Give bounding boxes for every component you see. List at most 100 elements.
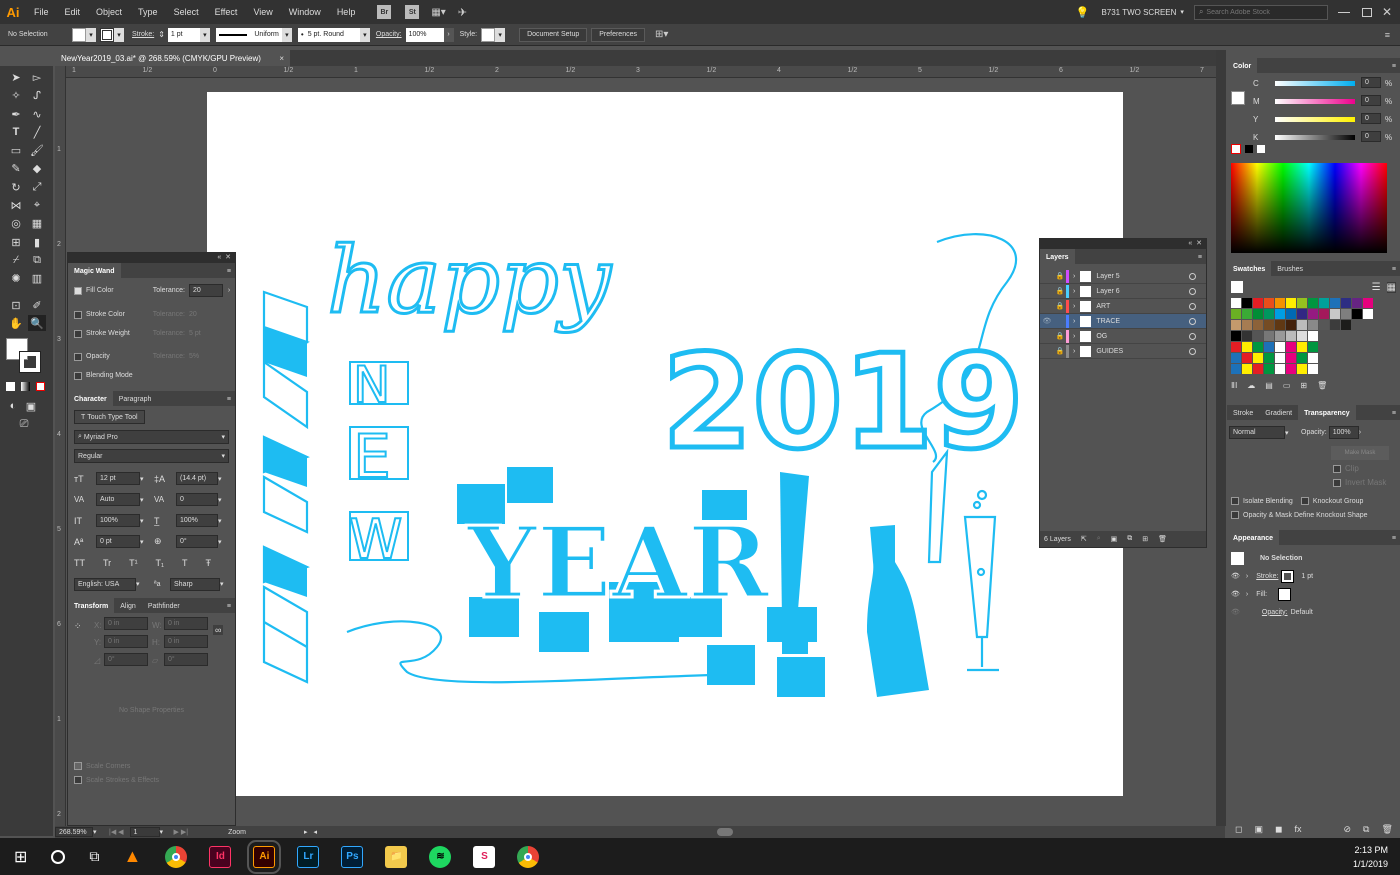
chevron-down-icon[interactable]: ▾ <box>1180 8 1184 16</box>
zoom-tool-icon[interactable]: 🔍 <box>28 315 46 331</box>
channel-slider[interactable] <box>1275 135 1355 140</box>
appearance-fill-row[interactable]: 👁 › Fill: <box>1227 585 1400 603</box>
color-swatch[interactable] <box>1308 320 1318 330</box>
panel-menu-icon[interactable]: ≡ <box>223 268 235 278</box>
vertical-ruler[interactable]: 1 2 3 4 5 6 1 2 <box>55 66 66 826</box>
new-swatch-icon[interactable]: ⊞ <box>1300 381 1307 395</box>
target-icon[interactable] <box>1189 287 1196 295</box>
color-swatch[interactable] <box>1231 331 1241 341</box>
current-swatch[interactable] <box>1231 281 1243 293</box>
taskbar-app-ps-icon[interactable]: Ps <box>341 845 364 868</box>
appearance-stroke-row[interactable]: 👁 › Stroke: 1 pt <box>1227 567 1400 585</box>
line-tool-icon[interactable]: ╱ <box>28 124 46 140</box>
panel-menu-icon[interactable]: ≡ <box>223 396 235 406</box>
language-select[interactable]: English: USA <box>74 577 136 591</box>
blend-tool-icon[interactable]: ⧉ <box>28 252 46 268</box>
type-tool-icon[interactable]: T <box>7 124 25 140</box>
menu-select[interactable]: Select <box>166 7 207 17</box>
draw-inside-icon[interactable]: ▣ <box>22 398 40 414</box>
swatch-options-icon[interactable]: ▤ <box>1265 381 1273 395</box>
color-swatch[interactable] <box>1275 309 1285 319</box>
shaper-tool-icon[interactable]: ✎ <box>7 160 25 176</box>
fill-color-box[interactable] <box>1231 91 1245 105</box>
color-swatch[interactable] <box>1330 320 1340 330</box>
color-swatch[interactable] <box>1275 320 1285 330</box>
isolate-blending-checkbox[interactable] <box>1231 497 1239 505</box>
tab-transform[interactable]: Transform <box>68 598 115 613</box>
character-rotation-field[interactable]: 0° <box>176 535 218 548</box>
paintbrush-tool-icon[interactable]: 🖌 <box>28 142 46 158</box>
color-swatch[interactable] <box>1286 331 1296 341</box>
rectangle-tool-icon[interactable]: ▭ <box>7 142 25 158</box>
free-transform-tool-icon[interactable]: ⌖ <box>28 197 46 213</box>
selection-tool-icon[interactable]: ➤ <box>7 69 25 85</box>
fill-swatch[interactable] <box>72 27 86 42</box>
stroke-weight-checkbox[interactable] <box>74 329 82 338</box>
clip-checkbox[interactable] <box>1333 465 1341 473</box>
target-icon[interactable] <box>1189 302 1196 310</box>
chevron-down-icon[interactable]: ▾ <box>218 538 228 546</box>
tab-stroke[interactable]: Stroke <box>1227 410 1259 420</box>
chevron-down-icon[interactable]: ▾ <box>218 496 228 504</box>
grid-view-icon[interactable]: ▦ <box>1386 281 1396 293</box>
list-view-icon[interactable]: ☰ <box>1372 282 1381 293</box>
menu-effect[interactable]: Effect <box>207 7 246 17</box>
channel-slider[interactable] <box>1275 81 1355 86</box>
panel-menu-icon[interactable]: ≡ <box>1388 535 1400 545</box>
color-swatch[interactable] <box>1253 298 1263 308</box>
panel-menu-icon[interactable]: ≡ <box>1194 254 1206 264</box>
color-swatch[interactable] <box>1253 342 1263 352</box>
chevron-down-icon[interactable]: ▾ <box>160 828 170 836</box>
fill-color-checkbox[interactable] <box>74 286 82 295</box>
y-field[interactable]: 0 in <box>104 635 148 648</box>
stroke-swatch[interactable] <box>1281 569 1295 583</box>
stroke-weight-field[interactable]: 1 pt <box>167 27 200 42</box>
tab-transparency[interactable]: Transparency <box>1298 405 1356 420</box>
color-swatch[interactable] <box>1286 298 1296 308</box>
locate-object-icon[interactable]: ⌕ <box>1097 535 1101 543</box>
transparency-opacity-field[interactable]: 100% <box>1328 426 1359 439</box>
stroke-dropdown[interactable]: ▾ <box>114 27 124 42</box>
new-layer-icon[interactable]: ⊞ <box>1142 535 1148 543</box>
color-swatch[interactable] <box>1286 342 1296 352</box>
color-swatch[interactable] <box>1253 331 1263 341</box>
white-swatch[interactable] <box>1257 145 1265 153</box>
chevron-down-icon[interactable]: ▾ <box>140 475 150 483</box>
stroke-label[interactable]: Stroke: <box>132 31 154 38</box>
close-icon[interactable]: ✕ <box>1382 5 1392 19</box>
panel-collapse-bar[interactable]: « ✕ <box>68 253 235 263</box>
angle-field[interactable]: 0° <box>104 653 148 666</box>
color-swatch[interactable] <box>1253 364 1263 374</box>
color-swatch[interactable] <box>1363 309 1373 319</box>
taskbar-app-ai-icon[interactable]: Ai <box>247 839 282 874</box>
lock-icon[interactable]: 🔒 <box>1054 347 1066 355</box>
profile-dropdown[interactable]: ▾ <box>281 27 292 42</box>
layer-row[interactable]: 🔒 › ART <box>1040 299 1206 314</box>
trash-icon[interactable]: 🗑 <box>1317 381 1327 395</box>
add-stroke-icon[interactable]: ▣ <box>1254 824 1263 835</box>
color-swatch[interactable] <box>1286 309 1296 319</box>
color-swatch[interactable] <box>1275 298 1285 308</box>
kerning-field[interactable]: Auto <box>96 493 140 506</box>
chevron-down-icon[interactable]: ▾ <box>140 517 150 525</box>
layer-name[interactable]: Layer 6 <box>1096 288 1156 295</box>
font-style-select[interactable]: Regular ▾ <box>74 449 229 463</box>
panel-menu-icon[interactable]: ≡ <box>1385 30 1390 40</box>
none-mode-icon[interactable] <box>36 382 45 391</box>
layer-name[interactable]: ART <box>1096 303 1156 310</box>
tab-magic-wand[interactable]: Magic Wand <box>68 263 121 278</box>
color-swatch[interactable] <box>1341 320 1351 330</box>
curvature-tool-icon[interactable]: ∿ <box>28 106 46 122</box>
new-art-icon[interactable]: ◻ <box>1235 824 1242 835</box>
windows-start-icon[interactable]: ⊞ <box>14 847 27 867</box>
variable-width-profile[interactable]: Uniform <box>215 27 282 42</box>
layer-row[interactable]: 🔒 › Layer 5 <box>1040 269 1206 284</box>
black-swatch[interactable] <box>1245 145 1253 153</box>
stroke-swatch[interactable] <box>100 27 114 42</box>
clear-appearance-icon[interactable]: ⊘ <box>1344 824 1352 835</box>
layer-row[interactable]: 🔒 › OG <box>1040 329 1206 344</box>
lightbulb-icon[interactable]: 💡 <box>1076 6 1090 19</box>
direct-selection-tool-icon[interactable]: ▻ <box>28 69 46 85</box>
font-size-field[interactable]: 12 pt <box>96 472 140 485</box>
slack-icon[interactable]: S <box>473 845 496 868</box>
